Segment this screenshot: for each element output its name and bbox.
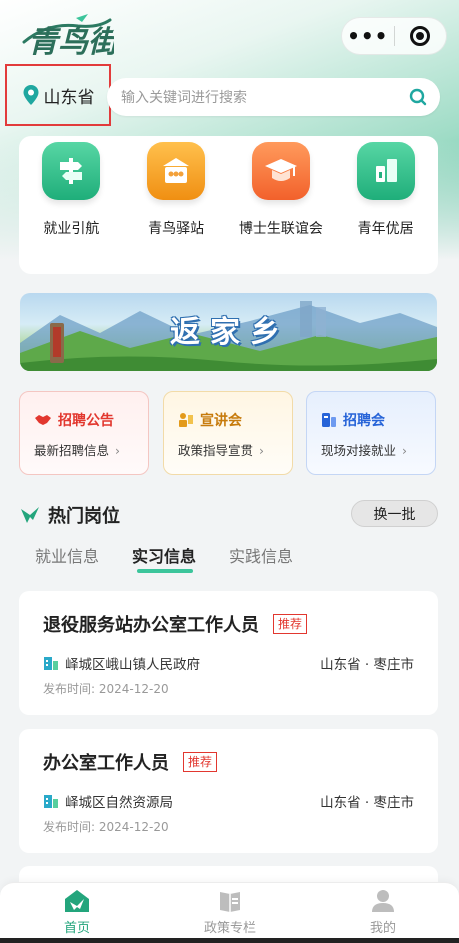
category-title: 宣讲会 [200,413,242,429]
hot-jobs-title: 热门岗位 [48,506,120,527]
organization-icon [44,657,58,670]
tabbar-label: 我的 [369,921,396,936]
category-subtitle: 现场对接就业 [321,443,397,458]
hot-jobs-header: 热门岗位 [20,502,120,528]
job-card[interactable]: 退役服务站办公室工作人员 推荐 峄城区峨山镇人民政府 山东省 · 枣庄市 发布时… [19,591,438,715]
tabbar-policy[interactable]: 政策专栏 [190,889,270,936]
province-label: 山东省 [43,87,95,108]
user-icon [372,890,394,912]
promo-banner[interactable]: 返家乡 [20,293,437,371]
job-title: 退役服务站办公室工作人员 [43,615,259,636]
job-card[interactable]: 办公室工作人员 推荐 峄城区自然资源局 山东省 · 枣庄市 发布时间: 2024… [19,729,438,853]
job-location: 山东省 · 枣庄市 [320,795,414,811]
target-circle-icon[interactable] [394,26,446,46]
policy-book-icon [220,892,240,912]
more-dots-icon[interactable]: ••• [342,18,394,54]
category-title: 招聘会 [343,413,385,429]
active-tab-indicator [137,569,193,573]
tabbar-home[interactable]: 首页 [37,889,117,936]
quick-link-youth-housing[interactable]: 青年优居 [336,142,436,274]
miniapp-capsule: ••• [341,17,447,55]
chevron-right-icon: › [402,443,408,458]
job-organization: 峄城区峨山镇人民政府 [65,657,200,673]
job-location: 山东省 · 枣庄市 [320,657,414,673]
quick-link-phd-association[interactable]: 博士生联谊会 [231,142,331,274]
signpost-icon [42,142,101,200]
search-bar[interactable]: 输入关键词进行搜索 [107,78,440,116]
bird-icon [21,507,39,523]
quick-link-label: 博士生联谊会 [238,221,323,237]
tab-internship-info[interactable]: 实习信息 [132,543,196,567]
svg-text:青鸟街: 青鸟街 [28,25,114,60]
banner-title: 返家乡 [170,315,290,350]
recommend-badge: 推荐 [273,613,308,635]
job-type-tabs: 就业信息 实习信息 实践信息 [0,543,459,583]
quick-link-label: 就业引航 [43,221,100,237]
category-info-session[interactable]: 宣讲会 政策指导宣贯 › [163,391,293,475]
job-title: 办公室工作人员 [43,753,169,774]
handshake-icon [35,415,51,425]
building-icon [356,142,415,200]
chevron-right-icon: › [115,443,121,458]
category-subtitle: 最新招聘信息 [34,443,110,458]
tabbar-label: 政策专栏 [203,921,256,936]
bottom-tab-bar: 首页 政策专栏 我的 [0,882,459,943]
location-selector[interactable]: 山东省 [5,64,111,126]
job-organization: 峄城区自然资源局 [65,795,173,811]
tabbar-profile[interactable]: 我的 [343,889,423,936]
job-publish-date: 发布时间: 2024-12-20 [43,820,169,834]
tab-employment-info[interactable]: 就业信息 [35,543,99,567]
station-icon [147,142,206,200]
search-input[interactable]: 输入关键词进行搜索 [121,87,408,107]
category-recruitment-notice[interactable]: 招聘公告 最新招聘信息 › [19,391,149,475]
recommend-badge: 推荐 [183,751,218,773]
quick-links-card: 就业引航 青鸟驿站 博士生联谊会 青年优居 [19,136,438,274]
job-publish-date: 发布时间: 2024-12-20 [43,682,169,696]
chevron-right-icon: › [259,443,265,458]
job-fair-icon [322,413,336,427]
tabbar-label: 首页 [63,921,90,936]
refresh-button[interactable]: 换一批 [351,500,438,527]
home-bird-icon [65,890,89,912]
organization-icon [44,795,58,808]
category-subtitle: 政策指导宣贯 [178,443,254,458]
app-logo: 青鸟街 [18,12,123,60]
search-icon[interactable] [408,87,428,107]
category-job-fair[interactable]: 招聘会 现场对接就业 › [306,391,436,475]
graduation-cap-icon [251,142,310,200]
location-pin-icon [23,85,38,105]
tab-practice-info[interactable]: 实践信息 [229,543,293,567]
category-title: 招聘公告 [58,413,114,429]
system-home-bar [0,938,459,943]
quick-link-label: 青鸟驿站 [148,221,205,237]
quick-link-qingniao-station[interactable]: 青鸟驿站 [126,142,226,274]
presentation-icon [179,413,193,427]
quick-link-label: 青年优居 [357,221,414,237]
quick-link-career-guide[interactable]: 就业引航 [21,142,121,274]
